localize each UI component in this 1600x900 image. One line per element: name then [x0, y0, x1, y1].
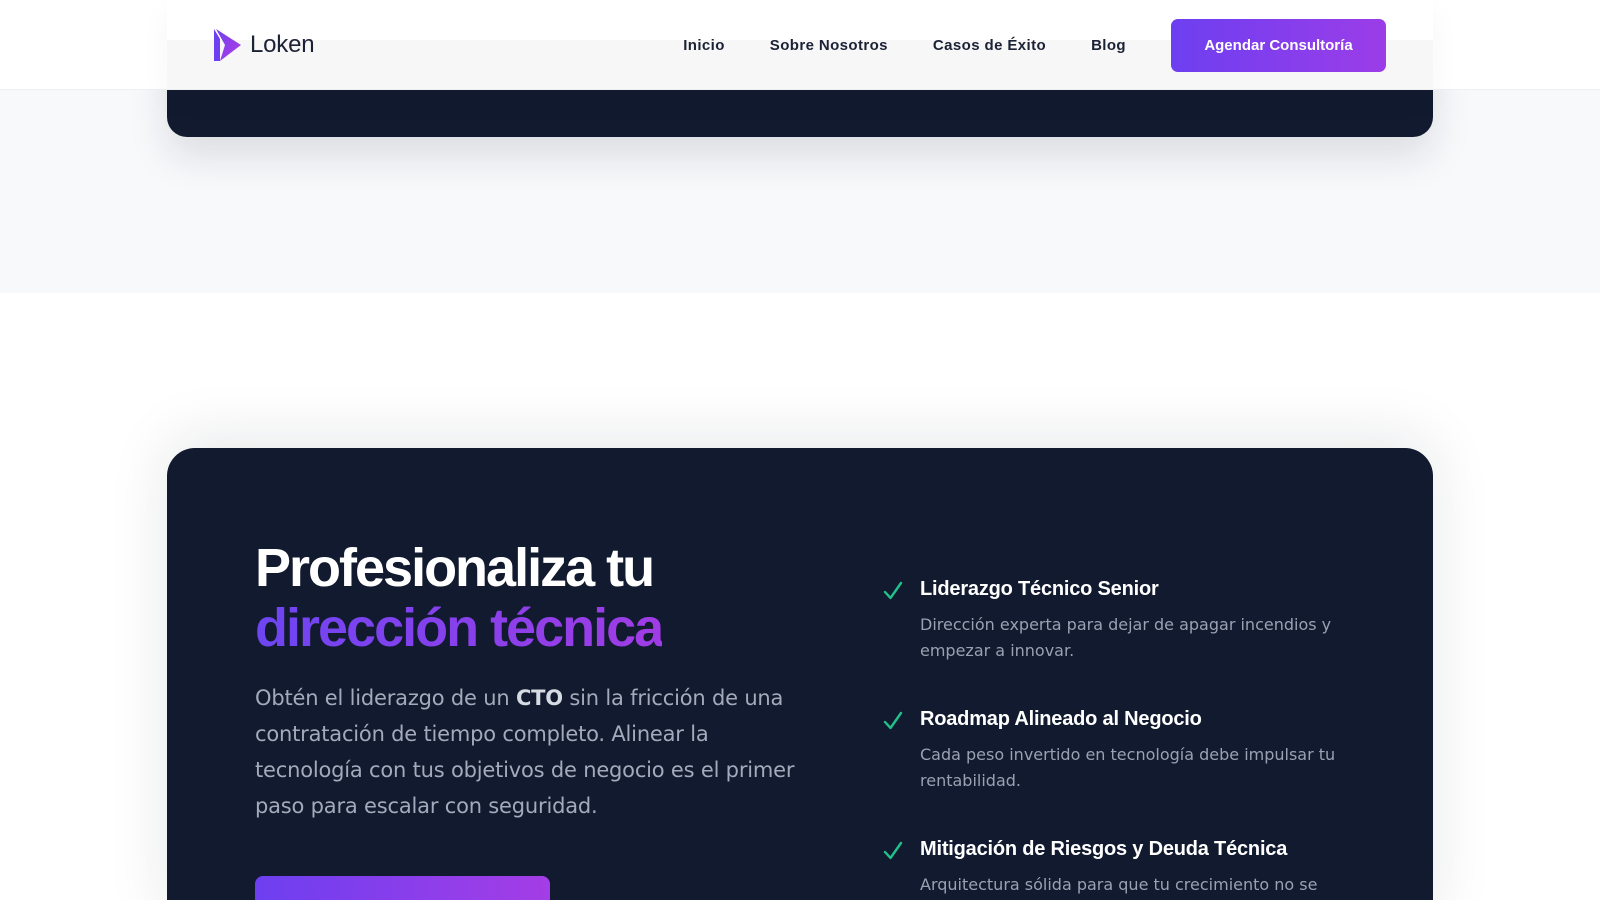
nav-link-inicio[interactable]: Inicio: [683, 37, 725, 54]
lead-text-start: Obtén el liderazgo de un: [255, 686, 516, 710]
navbar-inner: Loken Inicio Sobre Nosotros Casos de Éxi…: [167, 0, 1433, 90]
brand-name: Loken: [250, 31, 315, 58]
headline-line-1: Profesionaliza tu: [255, 538, 655, 598]
nav-links: Inicio Sobre Nosotros Casos de Éxito Blo…: [683, 37, 1126, 54]
feature-title: Liderazgo Técnico Senior: [920, 578, 1159, 600]
navbar: Loken Inicio Sobre Nosotros Casos de Éxi…: [0, 0, 1600, 90]
check-icon: [883, 841, 903, 860]
section-cta-button[interactable]: [255, 876, 550, 900]
lead-bold-cto: CTO: [515, 686, 563, 710]
feature-title: Mitigación de Riesgos y Deuda Técnica: [920, 838, 1288, 860]
feature-item: Mitigación de Riesgos y Deuda Técnica Ar…: [882, 836, 1352, 898]
page: Loken Inicio Sobre Nosotros Casos de Éxi…: [0, 0, 1600, 900]
schedule-consultation-button[interactable]: Agendar Consultoría: [1171, 18, 1386, 72]
feature-title: Roadmap Alineado al Negocio: [920, 708, 1202, 730]
feature-description: Cada peso invertido en tecnología debe i…: [920, 745, 1336, 790]
feature-description: Arquitectura sólida para que tu crecimie…: [920, 875, 1318, 894]
brand-logo-icon: [214, 29, 241, 61]
feature-description: Dirección experta para dejar de apagar i…: [920, 615, 1332, 660]
headline-accent: dirección técnica: [255, 598, 664, 658]
feature-item: Liderazgo Técnico Senior Dirección exper…: [882, 576, 1352, 664]
nav-link-casos-de-exito[interactable]: Casos de Éxito: [933, 37, 1046, 54]
feature-list: Liderazgo Técnico Senior Dirección exper…: [882, 576, 1352, 900]
brand[interactable]: Loken: [212, 28, 315, 62]
cto-section-card: Profesionaliza tu dirección técnica Obté…: [167, 448, 1433, 900]
nav-link-blog[interactable]: Blog: [1091, 37, 1126, 54]
nav-link-sobre-nosotros[interactable]: Sobre Nosotros: [770, 37, 888, 54]
section-lead: Obtén el liderazgo de un CTO sin la fric…: [255, 680, 815, 824]
check-icon: [883, 711, 903, 730]
section-headline: Profesionaliza tu dirección técnica: [255, 538, 664, 658]
check-icon: [883, 581, 903, 600]
feature-item: Roadmap Alineado al Negocio Cada peso in…: [882, 706, 1352, 794]
